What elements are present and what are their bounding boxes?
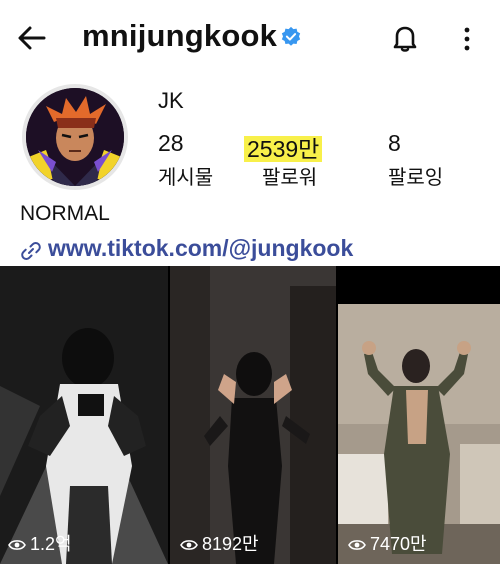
post-tile[interactable]: 8192만: [170, 266, 336, 564]
posts-grid: 1.2억 8192만 7470만: [0, 266, 500, 564]
link-icon: [21, 242, 41, 260]
post-views: 7470만: [348, 530, 427, 556]
post-views-count: 8192만: [202, 534, 259, 554]
eye-icon: [348, 540, 366, 551]
profile-bio: NORMAL: [20, 202, 110, 225]
eye-icon: [8, 540, 26, 551]
notification-bell-icon[interactable]: [389, 22, 421, 54]
followers-count: 2539만: [244, 136, 323, 162]
post-views: 8192만: [180, 530, 259, 556]
eye-icon: [180, 540, 198, 551]
post-thumbnail: [0, 266, 168, 564]
followers-label: 팔로워: [262, 167, 318, 189]
post-thumbnail: [338, 304, 500, 564]
profile-username: mnijungkook: [82, 18, 278, 53]
post-thumbnail: [170, 266, 336, 564]
posts-label: 게시물: [158, 167, 214, 189]
post-tile[interactable]: 1.2억: [0, 266, 168, 564]
profile-link-text: www.tiktok.com/@jungkook: [48, 235, 354, 261]
top-bar: mnijungkook: [0, 0, 500, 74]
verified-badge-icon: [281, 26, 301, 46]
post-tile[interactable]: 7470만: [338, 304, 500, 564]
post-views: 1.2억: [8, 530, 72, 556]
following-count: 8: [388, 130, 401, 156]
profile-avatar[interactable]: [22, 84, 128, 190]
more-options-icon[interactable]: [455, 24, 479, 54]
following-label: 팔로잉: [388, 167, 444, 189]
post-views-count: 7470만: [370, 534, 427, 554]
posts-count: 28: [158, 130, 184, 156]
display-name: JK: [158, 88, 184, 113]
avatar-image: [26, 88, 124, 186]
post-views-count: 1.2억: [30, 534, 72, 554]
back-arrow-icon[interactable]: [16, 22, 48, 54]
